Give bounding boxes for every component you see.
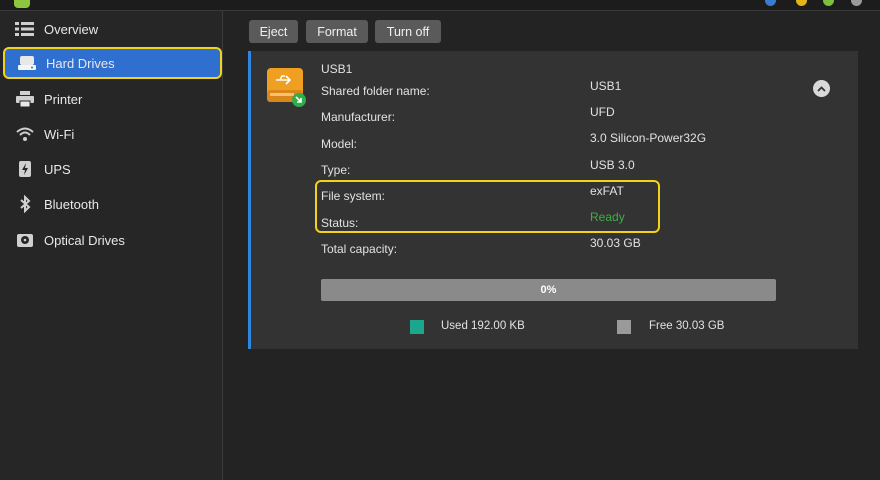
window-control-gray-icon[interactable] [851, 0, 862, 6]
sidebar-item-printer[interactable]: Printer [3, 83, 222, 115]
field-value: USB1 [590, 79, 622, 93]
window-control-green-icon[interactable] [823, 0, 834, 6]
sidebar-item-label: Hard Drives [46, 55, 115, 71]
window-control-yellow-icon[interactable] [796, 0, 807, 6]
optical-drive-icon [15, 230, 35, 250]
usage-percent-label: 0% [540, 284, 557, 296]
field-label: Manufacturer: [321, 110, 396, 124]
field-label: Type: [321, 163, 351, 177]
sidebar-item-ups[interactable]: UPS [3, 153, 222, 185]
printer-icon [15, 89, 35, 109]
app-logo-icon [14, 0, 30, 8]
eject-button[interactable]: Eject [249, 20, 298, 43]
field-value: UFD [590, 105, 615, 119]
sidebar-item-optical-drives[interactable]: Optical Drives [3, 224, 222, 256]
field-label: Model: [321, 137, 358, 151]
sidebar-item-label: Bluetooth [44, 196, 99, 212]
sidebar-item-wifi[interactable]: Wi-Fi [3, 118, 222, 150]
format-button[interactable]: Format [306, 20, 368, 43]
highlight-frame [315, 180, 660, 233]
chevron-up-icon [817, 85, 826, 92]
sidebar-item-overview[interactable]: Overview [3, 13, 222, 45]
field-value: 3.0 Silicon-Power32G [590, 131, 707, 145]
sidebar-item-hard-drives[interactable]: Hard Drives [3, 47, 222, 79]
used-legend-swatch [410, 320, 424, 334]
bluetooth-icon [15, 194, 35, 214]
collapse-button[interactable] [813, 80, 830, 97]
drive-name: USB1 [321, 62, 353, 76]
title-bar [0, 0, 880, 11]
hard-drive-icon [17, 53, 37, 73]
ups-icon [15, 159, 35, 179]
field-label: Total capacity: [321, 242, 398, 256]
overview-icon [15, 19, 35, 39]
sidebar-item-label: UPS [44, 161, 71, 177]
sidebar-item-label: Printer [44, 91, 83, 107]
sidebar-item-label: Optical Drives [44, 232, 125, 248]
usb-drive-icon [266, 66, 306, 108]
usage-progress-bar: 0% [321, 279, 776, 301]
sidebar-item-bluetooth[interactable]: Bluetooth [3, 188, 222, 220]
turn-off-button[interactable]: Turn off [375, 20, 441, 43]
free-legend-label: Free 30.03 GB [649, 320, 725, 332]
free-legend-swatch [617, 320, 631, 334]
sidebar-item-label: Overview [44, 21, 99, 37]
field-label: Shared folder name: [321, 84, 430, 98]
field-value: USB 3.0 [590, 158, 635, 172]
used-legend-label: Used 192.00 KB [441, 320, 525, 332]
field-value: 30.03 GB [590, 236, 641, 250]
sidebar: Overview Hard Drives Printer Wi-Fi UPS B… [0, 11, 223, 480]
wifi-icon [15, 124, 35, 144]
sidebar-item-label: Wi-Fi [44, 126, 75, 142]
window-control-blue-icon[interactable] [765, 0, 776, 6]
